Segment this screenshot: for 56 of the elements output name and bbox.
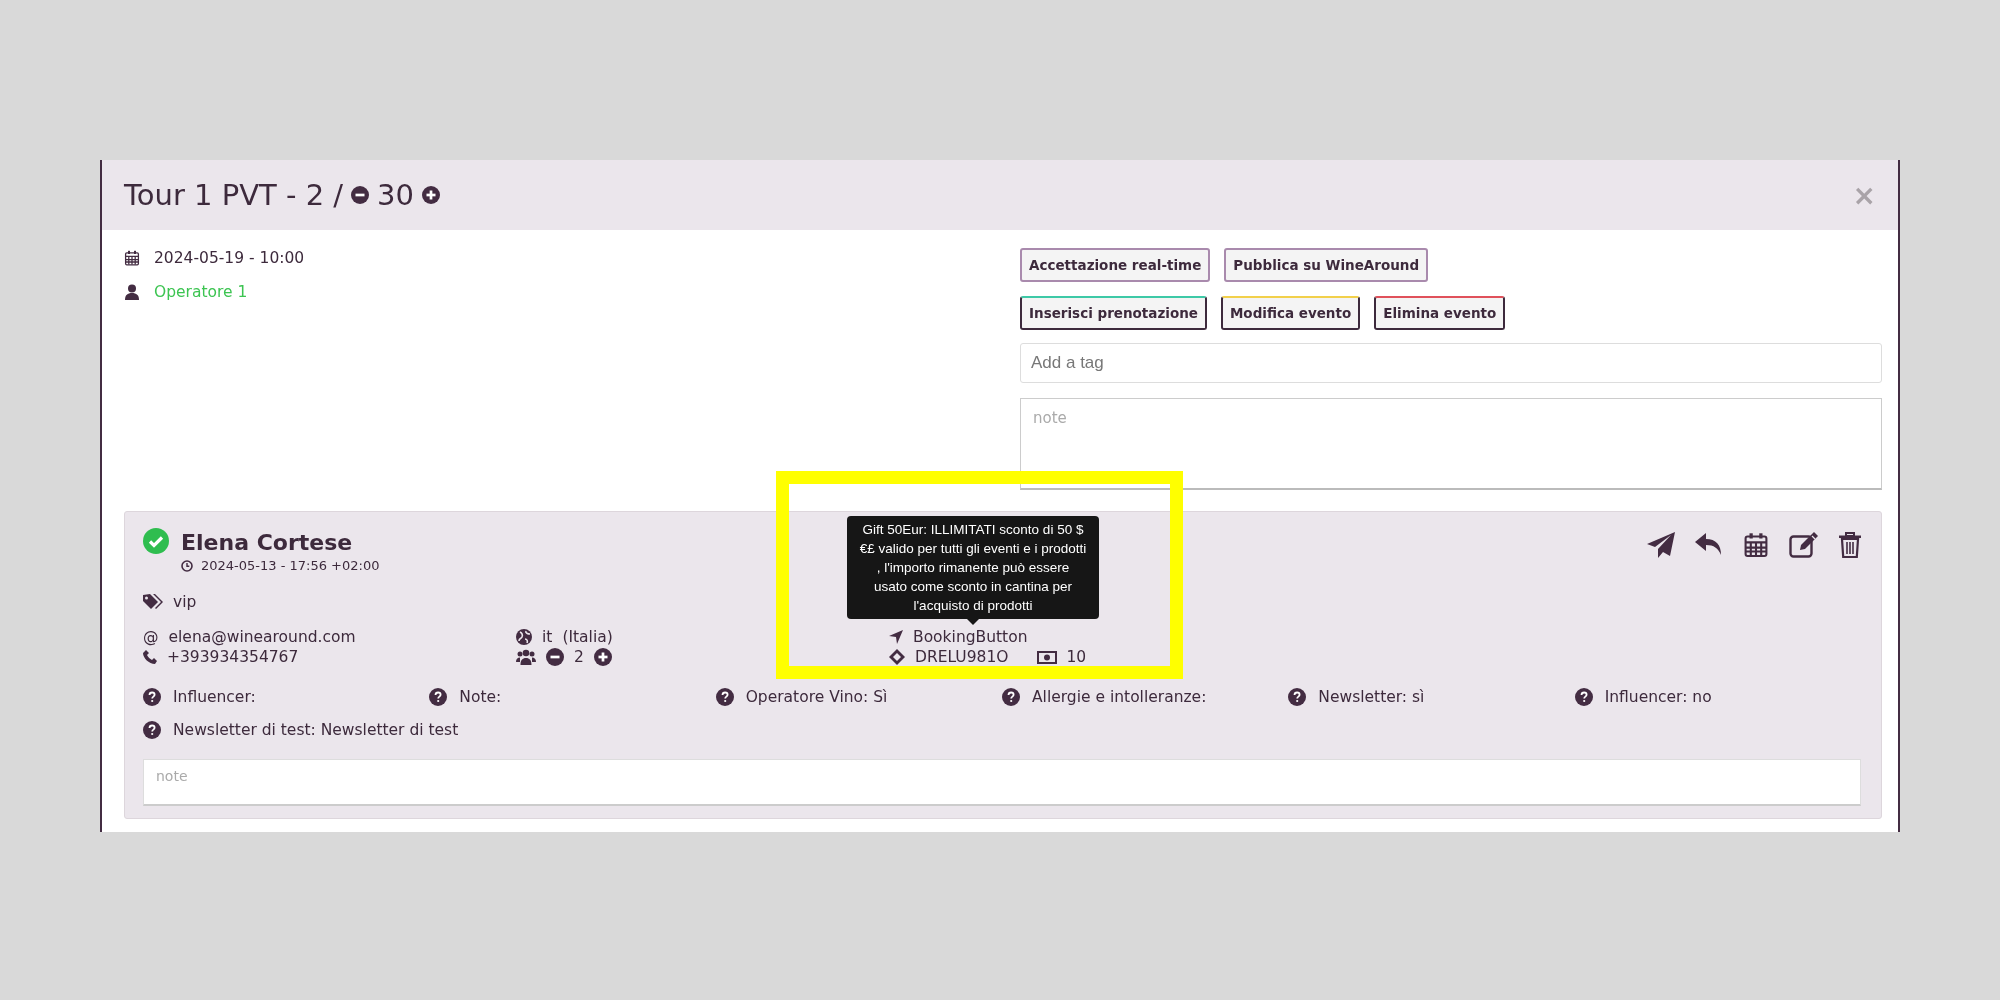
globe-icon	[516, 629, 532, 645]
tags-icon	[143, 594, 163, 610]
banknote-icon	[1036, 650, 1057, 664]
paper-plane-icon[interactable]	[1647, 532, 1675, 558]
question-circle-icon	[1574, 688, 1593, 706]
language-code: it	[542, 628, 553, 646]
modal-title: Tour 1 PVT - 2 /	[124, 178, 344, 212]
booking-date: 2024-05-13 - 17:56 +02:00	[201, 558, 380, 573]
action-button[interactable]: Accettazione real-time	[1020, 248, 1211, 282]
calendar-icon[interactable]	[1743, 532, 1769, 558]
question-answer: Influencer: no	[1604, 688, 1712, 706]
minus-circle-icon[interactable]	[351, 186, 370, 204]
phone-icon	[143, 650, 157, 664]
users-icon	[516, 649, 536, 665]
plus-circle-icon[interactable]	[422, 186, 440, 204]
people-count: 2	[574, 648, 584, 666]
guest-phone: +393934354767	[167, 648, 299, 666]
question-answer: Newsletter: sì	[1318, 688, 1425, 706]
at-sign: @	[143, 628, 159, 646]
question-circle-icon	[715, 688, 734, 706]
clock-icon	[181, 559, 193, 572]
question-circle-icon	[1002, 688, 1020, 706]
question-circle-icon	[429, 688, 448, 706]
user-icon	[124, 284, 140, 300]
voucher-code: DRELU981O	[915, 648, 1009, 666]
trash-icon[interactable]	[1839, 532, 1861, 558]
booking-source: BookingButton	[913, 628, 1028, 646]
question-circle-icon	[143, 721, 161, 739]
operator-name: Operatore 1	[154, 283, 248, 301]
minus-circle-icon[interactable]	[546, 648, 564, 666]
question-circle-icon	[1288, 688, 1307, 706]
tag-label: vip	[173, 593, 197, 611]
action-button[interactable]: Pubblica su WineAround	[1224, 248, 1429, 282]
question-answer: Newsletter di test: Newsletter di test	[173, 721, 459, 739]
country-name: (Italia)	[562, 628, 613, 646]
reply-icon[interactable]	[1695, 533, 1723, 557]
tag-input-field[interactable]: Add a tag	[1020, 343, 1882, 383]
guest-name: Elena Cortese	[181, 529, 354, 557]
edit-icon[interactable]	[1789, 532, 1819, 558]
question-answer: Influencer:	[173, 688, 256, 706]
voucher-amount: 10	[1066, 648, 1087, 666]
question-answer: Note:	[459, 688, 502, 706]
plus-circle-icon[interactable]	[593, 648, 612, 666]
question-circle-icon	[143, 688, 161, 706]
location-arrow-icon	[889, 630, 903, 644]
question-answer: Operatore Vino: Sì	[745, 688, 888, 706]
action-button[interactable]: Modifica evento	[1220, 296, 1361, 330]
capacity-value: 30	[377, 178, 414, 212]
action-button[interactable]: Elimina evento	[1374, 296, 1506, 330]
tooltip-pointer-icon	[967, 619, 979, 625]
tooltip: Gift 50Eur: ILLIMITATI sconto di 50 $€£ valido per tutti gli eventi e i prodotti , l'importo rimanente può essere usato come sconto in cantina per l'acquisto di prodotti	[847, 516, 1099, 619]
guest-email: elena@winearound.com	[168, 628, 356, 646]
action-button[interactable]: Inserisci prenotazione	[1020, 296, 1207, 330]
calendar-icon	[124, 250, 140, 266]
event-date: 2024-05-19 - 10:00	[154, 249, 305, 267]
question-answer: Allergie e intolleranze:	[1032, 688, 1207, 706]
